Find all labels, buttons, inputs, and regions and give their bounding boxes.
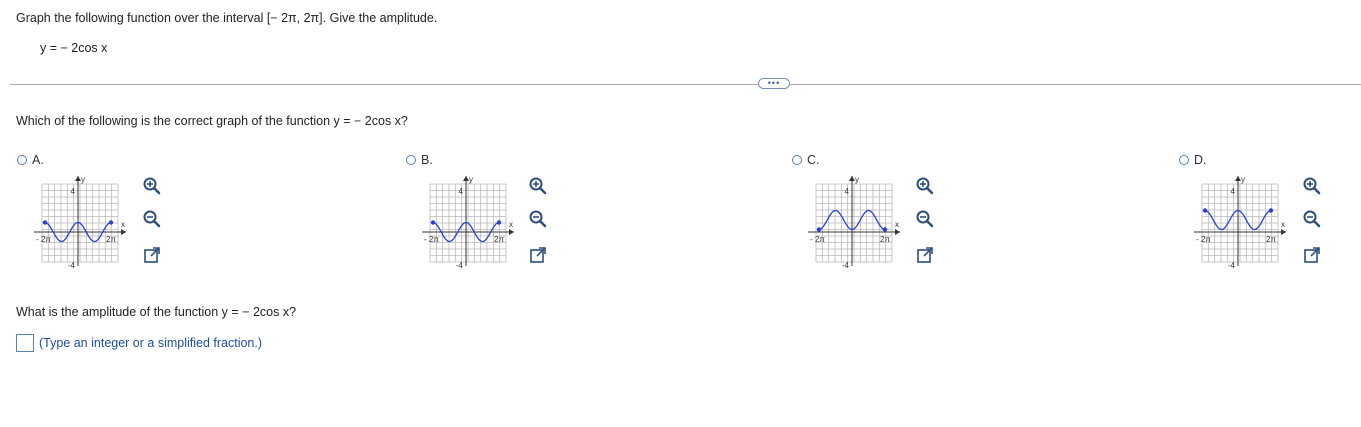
curve-endpoint [42, 220, 48, 225]
x-axis-arrow [895, 229, 900, 235]
x-min-label: - 2π [1196, 235, 1211, 244]
y-max-label: 4 [459, 187, 464, 196]
y-axis-label: y [855, 175, 859, 184]
y-max-label: 4 [845, 187, 850, 196]
x-axis-arrow [509, 229, 514, 235]
zoom-out-icon[interactable] [142, 209, 162, 229]
graph-a: y x 4 -4 - 2π 2π [30, 174, 130, 270]
choice-a[interactable]: A. [17, 150, 44, 170]
choice-c-label: C. [807, 153, 820, 167]
curve-endpoint [1202, 208, 1208, 213]
graph-c: y x 4 -4 - 2π 2π [804, 174, 904, 270]
x-axis-label: x [895, 220, 899, 229]
zoom-out-icon[interactable] [915, 209, 935, 229]
x-max-label: 2π [494, 235, 504, 244]
amplitude-input[interactable] [16, 334, 34, 352]
x-min-label: - 2π [36, 235, 51, 244]
expand-icon[interactable] [142, 245, 162, 265]
y-min-label: -4 [1228, 261, 1236, 270]
choice-d-label: D. [1194, 153, 1207, 167]
expand-icon[interactable] [528, 245, 548, 265]
curve-endpoint [816, 227, 822, 232]
x-max-label: 2π [880, 235, 890, 244]
curve-endpoint [108, 220, 114, 225]
radio-a[interactable] [17, 155, 27, 165]
x-axis-label: x [121, 220, 125, 229]
graph-d: y x 4 -4 - 2π 2π [1190, 174, 1290, 270]
radio-c[interactable] [792, 155, 802, 165]
x-axis-label: x [509, 220, 513, 229]
more-button[interactable]: ••• [758, 78, 790, 89]
curve-endpoint [496, 220, 502, 225]
part1-prompt: Which of the following is the correct gr… [16, 114, 408, 128]
y-axis-label: y [81, 175, 85, 184]
zoom-out-icon[interactable] [528, 209, 548, 229]
y-max-label: 4 [71, 187, 76, 196]
y-axis-label: y [1241, 175, 1245, 184]
radio-b[interactable] [406, 155, 416, 165]
x-axis-label: x [1281, 220, 1285, 229]
curve-endpoint [1268, 208, 1274, 213]
zoom-out-icon[interactable] [1302, 209, 1322, 229]
choice-d[interactable]: D. [1179, 150, 1207, 170]
y-min-label: -4 [456, 261, 464, 270]
zoom-in-icon[interactable] [1302, 176, 1322, 196]
x-min-label: - 2π [810, 235, 825, 244]
y-max-label: 4 [1231, 187, 1236, 196]
choice-a-label: A. [32, 153, 44, 167]
x-axis-arrow [121, 229, 126, 235]
graph-b: y x 4 -4 - 2π 2π [418, 174, 518, 270]
zoom-in-icon[interactable] [528, 176, 548, 196]
zoom-in-icon[interactable] [142, 176, 162, 196]
curve-endpoint [430, 220, 436, 225]
x-axis-arrow [1281, 229, 1286, 235]
zoom-in-icon[interactable] [915, 176, 935, 196]
input-hint: (Type an integer or a simplified fractio… [39, 336, 263, 350]
section-divider [10, 84, 1361, 85]
question-prompt: Graph the following function over the in… [16, 11, 438, 25]
x-max-label: 2π [106, 235, 116, 244]
part2-prompt: What is the amplitude of the function y … [16, 305, 297, 319]
choice-b-label: B. [421, 153, 433, 167]
y-axis-label: y [469, 175, 473, 184]
grid [1201, 183, 1279, 263]
function-display: y = − 2cos x [40, 41, 108, 55]
expand-icon[interactable] [915, 245, 935, 265]
choice-b[interactable]: B. [406, 150, 433, 170]
x-max-label: 2π [1266, 235, 1276, 244]
radio-d[interactable] [1179, 155, 1189, 165]
y-min-label: -4 [68, 261, 76, 270]
y-min-label: -4 [842, 261, 850, 270]
grid [815, 183, 893, 263]
expand-icon[interactable] [1302, 245, 1322, 265]
choice-c[interactable]: C. [792, 150, 820, 170]
curve-endpoint [882, 227, 888, 232]
x-min-label: - 2π [424, 235, 439, 244]
